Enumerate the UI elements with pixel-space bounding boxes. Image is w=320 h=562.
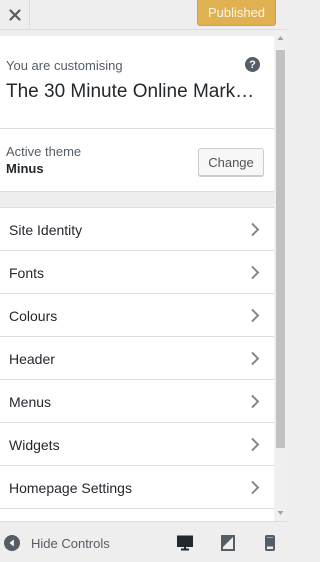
scrollbar-thumb[interactable] [276,50,285,448]
section-header[interactable]: Header [0,337,274,380]
close-button[interactable] [0,0,30,30]
section-menus[interactable]: Menus [0,380,274,423]
scroll-down-arrow-icon[interactable] [274,507,287,519]
section-homepage-settings[interactable]: Homepage Settings [0,466,274,509]
section-label: Colours [9,308,58,324]
section-label: Site Identity [9,222,83,238]
chevron-right-icon [251,394,260,409]
hide-controls-button[interactable]: Hide Controls [4,534,110,552]
help-icon[interactable]: ? [245,57,260,72]
section-label: Widgets [9,437,60,453]
chevron-right-icon [251,222,260,237]
chevron-right-icon [251,265,260,280]
change-theme-button[interactable]: Change [198,148,264,176]
customising-label: You are customising [6,58,123,73]
site-title: The 30 Minute Online Marketer [6,81,256,102]
section-label: Header [9,351,55,367]
close-icon [8,9,21,21]
desktop-icon[interactable] [177,535,193,551]
panel-scrollbar[interactable] [274,30,287,521]
chevron-right-icon [251,437,260,452]
collapse-arrow-icon [4,535,20,551]
customizer-panel: You are customising The 30 Minute Online… [0,30,274,521]
chevron-right-icon [251,351,260,366]
tablet-icon[interactable] [220,535,236,551]
customize-info: You are customising The 30 Minute Online… [0,36,274,142]
active-theme-section: Active theme Minus Change [0,128,274,192]
published-button[interactable]: Published [197,0,276,26]
scroll-up-arrow-icon[interactable] [274,32,287,44]
section-widgets[interactable]: Widgets [0,423,274,466]
customizer-header: Published [0,0,287,30]
customizer-footer: Hide Controls [0,521,287,562]
section-site-identity[interactable]: Site Identity [0,208,274,251]
customizer-sections: Site Identity Fonts Colours Header Menus… [0,207,274,521]
active-theme-label: Active theme [6,144,82,159]
active-theme-name: Minus [6,161,44,176]
section-label: Fonts [9,265,45,281]
mobile-icon[interactable] [262,535,278,551]
section-more[interactable] [0,509,274,521]
chevron-right-icon [251,480,260,495]
section-label: Menus [9,394,52,410]
hide-controls-label: Hide Controls [31,535,110,551]
section-label: Homepage Settings [9,480,132,496]
chevron-right-icon [251,308,260,323]
section-fonts[interactable]: Fonts [0,251,274,294]
section-colours[interactable]: Colours [0,294,274,337]
